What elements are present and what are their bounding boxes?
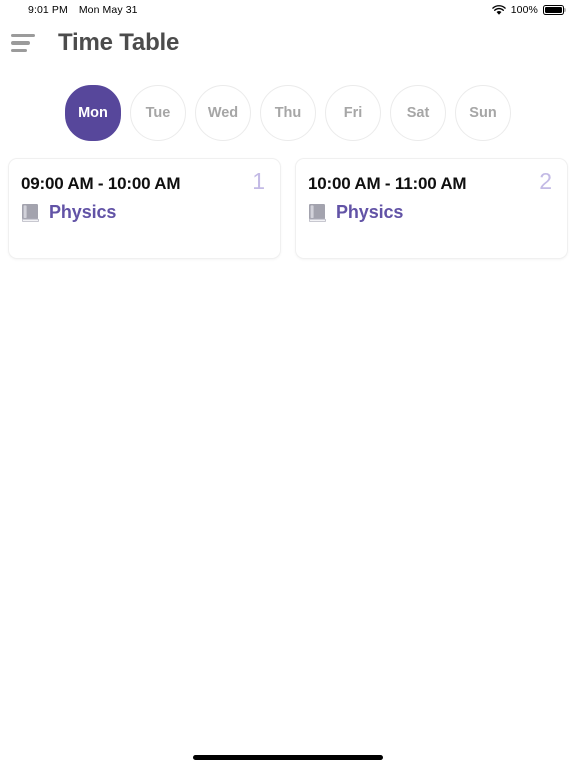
day-selector: Mon Tue Wed Thu Fri Sat Sun — [0, 66, 576, 158]
app-bar: Time Table — [0, 20, 576, 66]
book-icon — [21, 203, 40, 223]
class-subject-row: Physics — [21, 202, 268, 223]
class-card[interactable]: 09:00 AM - 10:00 AM 1 Physics — [8, 158, 281, 259]
day-pill-label: Mon — [78, 105, 108, 121]
day-pill-sun[interactable]: Sun — [455, 85, 511, 141]
day-pill-mon[interactable]: Mon — [65, 85, 121, 141]
battery-percent-label: 100% — [510, 4, 538, 16]
class-time: 09:00 AM - 10:00 AM — [21, 174, 181, 193]
day-pill-tue[interactable]: Tue — [130, 85, 186, 141]
menu-line-middle — [11, 41, 30, 45]
day-pill-label: Wed — [207, 105, 239, 121]
day-pill-sat[interactable]: Sat — [390, 85, 446, 141]
app-screen: 9:01 PM Mon May 31 100% Time Table Mon T… — [0, 0, 576, 768]
class-card[interactable]: 10:00 AM - 11:00 AM 2 Physics — [295, 158, 568, 259]
status-time: 9:01 PM — [28, 4, 68, 16]
book-icon — [308, 203, 327, 223]
day-pill-fri[interactable]: Fri — [325, 85, 381, 141]
status-date: Mon May 31 — [78, 4, 138, 16]
home-indicator[interactable] — [193, 755, 383, 760]
class-subject: Physics — [336, 202, 404, 222]
menu-line-bottom — [11, 48, 27, 52]
battery-icon — [543, 5, 566, 15]
class-index-badge: 1 — [252, 168, 265, 194]
status-bar-left: 9:01 PM Mon May 31 — [28, 4, 138, 16]
class-time: 10:00 AM - 11:00 AM — [308, 174, 467, 193]
class-index-badge: 2 — [539, 168, 552, 194]
page-title: Time Table — [58, 29, 180, 56]
day-pill-label: Thu — [274, 105, 302, 121]
class-subject: Physics — [49, 202, 117, 222]
hamburger-menu-icon[interactable] — [10, 29, 44, 57]
day-pill-thu[interactable]: Thu — [260, 85, 316, 141]
status-bar: 9:01 PM Mon May 31 100% — [0, 0, 576, 20]
battery-tip — [564, 8, 566, 12]
day-pill-label: Sun — [469, 105, 497, 121]
class-card-list: 09:00 AM - 10:00 AM 1 Physics 10:00 AM -… — [0, 158, 576, 259]
day-pill-label: Fri — [343, 105, 363, 121]
status-bar-right: 100% — [491, 4, 566, 16]
wifi-icon — [491, 4, 506, 16]
class-subject-row: Physics — [308, 202, 555, 223]
menu-line-top — [11, 34, 35, 38]
day-pill-label: Tue — [145, 105, 171, 121]
day-pill-label: Sat — [406, 105, 430, 121]
day-pill-wed[interactable]: Wed — [195, 85, 251, 141]
battery-fill — [545, 7, 562, 13]
